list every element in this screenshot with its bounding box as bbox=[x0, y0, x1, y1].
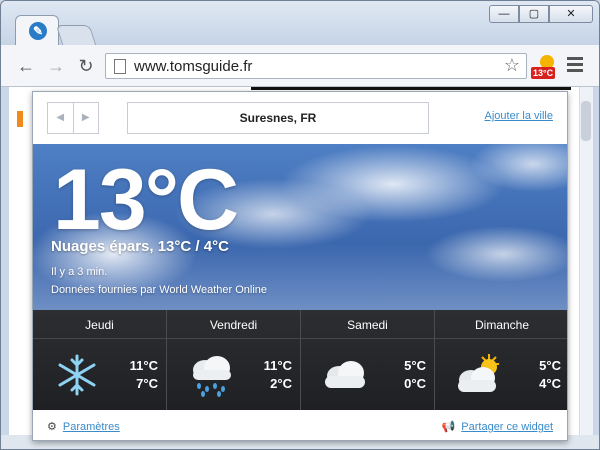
gear-icon: ⚙ bbox=[47, 421, 57, 433]
forecast-high: 11°C bbox=[129, 358, 158, 373]
forward-arrow-icon[interactable]: → bbox=[45, 55, 67, 77]
forecast-day-name: Jeudi bbox=[85, 318, 114, 332]
next-city-icon[interactable]: ▶ bbox=[74, 103, 99, 133]
window-controls: — ▢ ✕ bbox=[489, 5, 593, 23]
back-arrow-icon[interactable]: ← bbox=[15, 55, 37, 77]
last-updated: Il y a 3 min. bbox=[51, 266, 108, 278]
snowflake-icon bbox=[58, 354, 96, 396]
megaphone-icon: 📢 bbox=[441, 421, 456, 433]
cloud-icon bbox=[325, 361, 365, 388]
weather-extension-button[interactable]: 13°C bbox=[531, 55, 557, 79]
forecast-low: 0°C bbox=[404, 376, 426, 391]
forecast-high: 11°C bbox=[263, 358, 292, 373]
bookmark-star-icon[interactable]: ☆ bbox=[504, 55, 520, 76]
data-source: Données fournies par World Weather Onlin… bbox=[51, 284, 268, 296]
sun-cloud-icon bbox=[458, 354, 499, 392]
page-scrollbar[interactable] bbox=[579, 87, 593, 435]
page-icon bbox=[114, 59, 126, 74]
current-temperature: 13°C bbox=[53, 152, 239, 248]
popup-footer: ⚙ Paramètres 📢 Partager ce widget bbox=[33, 410, 567, 440]
minimize-button[interactable]: — bbox=[489, 5, 519, 23]
forecast-day: Samedi 5°C 0°C bbox=[301, 310, 435, 410]
close-button[interactable]: ✕ bbox=[549, 5, 593, 23]
page-logo-fragment bbox=[17, 111, 23, 127]
forecast-low: 4°C bbox=[539, 376, 561, 391]
scroll-thumb[interactable] bbox=[581, 101, 591, 141]
page-header-bar bbox=[251, 87, 571, 90]
forecast-day: Dimanche 5°C 4°C bbox=[435, 310, 567, 410]
new-tab-button[interactable] bbox=[55, 25, 97, 45]
reload-icon[interactable]: ↻ bbox=[75, 55, 97, 77]
forecast-day-name: Dimanche bbox=[474, 318, 530, 332]
maximize-button[interactable]: ▢ bbox=[519, 5, 549, 23]
popup-header: ◀ ▶ Suresnes, FR Ajouter la ville bbox=[33, 92, 567, 144]
divider bbox=[435, 338, 567, 339]
add-city-link[interactable]: Ajouter la ville bbox=[485, 110, 553, 122]
divider bbox=[167, 338, 300, 339]
title-bar: ✎ — ▢ ✕ bbox=[1, 1, 599, 45]
site-favicon-icon: ✎ bbox=[29, 22, 47, 40]
share-label[interactable]: Partager ce widget bbox=[461, 421, 553, 433]
share-link[interactable]: 📢 Partager ce widget bbox=[442, 420, 553, 433]
divider bbox=[33, 338, 166, 339]
browser-toolbar: ← → ↻ www.tomsguide.fr ☆ 13°C bbox=[1, 45, 599, 87]
rain-cloud-icon bbox=[193, 356, 231, 397]
browser-tab-active[interactable]: ✎ bbox=[15, 15, 59, 45]
address-bar[interactable]: www.tomsguide.fr ☆ bbox=[105, 53, 527, 79]
current-condition: Nuages épars, 13°C / 4°C bbox=[51, 238, 229, 255]
weather-popup: ◀ ▶ Suresnes, FR Ajouter la ville 13°C N… bbox=[32, 91, 568, 441]
forecast-low: 7°C bbox=[136, 376, 158, 391]
forecast-low: 2°C bbox=[270, 376, 292, 391]
extension-badge: 13°C bbox=[531, 67, 556, 79]
forecast-high: 5°C bbox=[539, 358, 561, 373]
settings-link[interactable]: ⚙ Paramètres bbox=[47, 420, 120, 433]
url-text[interactable]: www.tomsguide.fr bbox=[134, 58, 252, 75]
divider bbox=[301, 338, 434, 339]
previous-city-icon[interactable]: ◀ bbox=[48, 103, 74, 133]
forecast-high: 5°C bbox=[404, 358, 426, 373]
menu-icon[interactable] bbox=[567, 57, 583, 75]
forecast-day: Jeudi 11°C 7°C bbox=[33, 310, 167, 410]
forecast-day-name: Samedi bbox=[347, 318, 388, 332]
forecast-strip: Jeudi 11°C 7°C Vendredi 11°C 2°C Samedi … bbox=[33, 310, 567, 410]
city-navigation: ◀ ▶ bbox=[47, 102, 99, 134]
forecast-day: Vendredi 11°C 2°C bbox=[167, 310, 301, 410]
settings-label[interactable]: Paramètres bbox=[63, 421, 120, 433]
city-name[interactable]: Suresnes, FR bbox=[127, 102, 429, 134]
current-weather-panel: 13°C Nuages épars, 13°C / 4°C Il y a 3 m… bbox=[33, 144, 567, 310]
forecast-day-name: Vendredi bbox=[209, 318, 258, 332]
